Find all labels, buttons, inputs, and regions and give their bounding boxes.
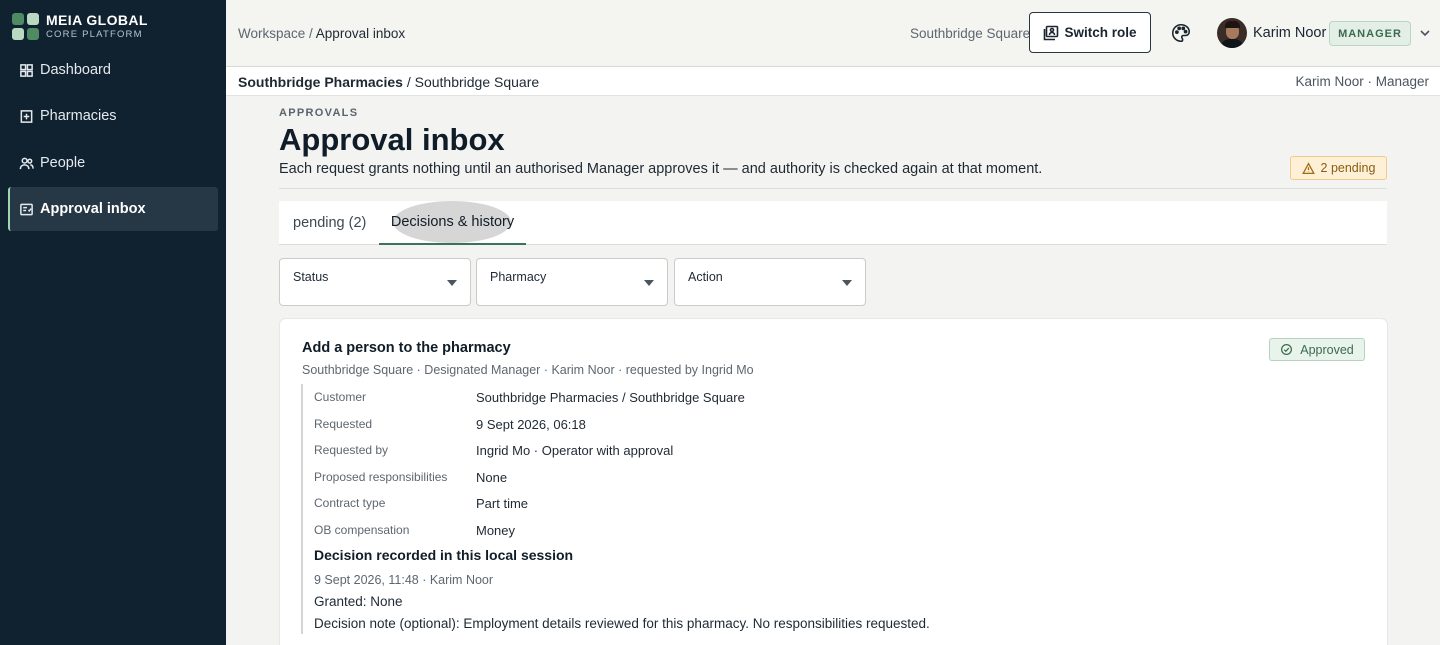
inbox-icon [20,203,33,215]
sidebar-item-label: Pharmacies [40,108,117,124]
sidebar: MEIA GLOBAL CORE PLATFORM Dashboard Phar… [0,0,226,645]
context-breadcrumb: Southbridge Pharmacies / Southbridge Squ… [238,74,539,90]
detail-row: Requested 9 Sept 2026, 06:18 [314,417,586,432]
breadcrumb: Workspace / Approval inbox [238,26,405,41]
filter-label: Pharmacy [490,270,547,284]
breadcrumb-current: Approval inbox [315,26,406,41]
context-customer: Southbridge Pharmacies [238,74,403,90]
building-icon [20,109,33,123]
action-filter-select[interactable]: Action [674,258,866,306]
pending-count-label: 2 pending [1320,161,1376,175]
grid-icon [20,63,33,77]
status-filter-select[interactable]: Status [279,258,471,306]
top-header: Workspace / Approval inbox Southbridge S… [226,0,1440,67]
detail-label: Requested by [314,443,389,457]
detail-label: OB compensation [314,523,410,537]
tab-label: Decisions & history [390,214,515,230]
detail-value: None [476,470,508,485]
request-title: Add a person to the pharmacy [302,340,511,356]
tab-bar: pending (2) Decisions & history [279,201,1387,245]
detail-row: Proposed responsibilities None [314,470,507,485]
context-separator: / [402,74,415,90]
sidebar-item-label: Dashboard [40,62,111,78]
context-site: Southbridge Square [414,74,540,90]
switch-role-label: Switch role [1064,25,1137,40]
chevron-down-icon[interactable] [1419,27,1431,39]
logo-mark-icon [12,12,39,40]
pending-count-badge: 2 pending [1290,156,1387,180]
context-bar: Southbridge Pharmacies / Southbridge Squ… [226,67,1440,96]
request-subtitle: Southbridge Square · Designated Manager … [302,363,754,377]
filter-label: Status [293,270,329,284]
brand-logo[interactable]: MEIA GLOBAL CORE PLATFORM [12,10,148,42]
request-details: Customer Southbridge Pharmacies / Southb… [301,384,1001,634]
sidebar-item-label: Approval inbox [40,201,146,217]
detail-value: Money [476,523,516,538]
decision-meta: 9 Sept 2026, 11:48 · Karim Noor [314,573,494,587]
page-description: Each request grants nothing until an aut… [279,161,1043,177]
user-name[interactable]: Karim Noor [1253,25,1326,41]
sidebar-item-people[interactable]: People [8,141,218,185]
decision-note: Decision note (optional): Employment det… [314,616,930,631]
sidebar-item-label: People [40,155,86,171]
status-label: Approved [1300,342,1354,357]
detail-label: Requested [314,417,373,431]
pharmacy-filter-select[interactable]: Pharmacy [476,258,668,306]
dropdown-arrow-icon [644,280,654,286]
avatar[interactable] [1217,18,1247,48]
divider [279,188,1387,189]
page-title: Approval inbox [279,122,505,157]
tab-pending[interactable]: pending (2) [293,201,366,245]
detail-label: Customer [314,390,367,404]
detail-label: Proposed responsibilities [314,470,448,484]
request-card: Add a person to the pharmacy Southbridge… [280,319,1387,645]
sidebar-item-pharmacies[interactable]: Pharmacies [8,94,218,138]
detail-row: Requested by Ingrid Mo · Operator with a… [314,443,673,458]
check-circle-icon [1281,344,1293,355]
people-icon [19,157,34,169]
detail-value: Ingrid Mo · Operator with approval [476,443,674,458]
detail-value: Part time [476,496,529,511]
switch-role-icon [1044,25,1059,40]
status-badge: Approved [1269,338,1365,361]
dropdown-arrow-icon [842,280,852,286]
sidebar-item-approval-inbox[interactable]: Approval inbox [8,187,218,231]
palette-icon[interactable] [1170,22,1192,44]
detail-value: Southbridge Pharmacies / Southbridge Squ… [476,390,745,405]
detail-value: 9 Sept 2026, 06:18 [476,417,586,432]
page-eyebrow: APPROVALS [279,107,359,119]
decision-granted: Granted: None [314,594,403,609]
sidebar-item-dashboard[interactable]: Dashboard [8,48,218,92]
breadcrumb-root[interactable]: Workspace [238,26,305,41]
current-site-label: Southbridge Square [910,26,1031,41]
warning-icon [1301,161,1315,174]
detail-row: Contract type Part time [314,496,528,511]
brand-title: MEIA GLOBAL [46,11,148,28]
tab-label: pending (2) [293,215,367,231]
brand-subtitle: CORE PLATFORM [46,28,143,40]
switch-role-button[interactable]: Switch role [1029,12,1151,53]
detail-row: Customer Southbridge Pharmacies / Southb… [314,390,745,405]
decision-title: Decision recorded in this local session [314,547,574,563]
detail-label: Contract type [314,496,386,510]
context-user-role: Karim Noor · Manager [1295,74,1429,89]
role-badge: MANAGER [1329,21,1411,46]
filter-label: Action [688,270,723,284]
tab-decisions-history[interactable]: Decisions & history [379,201,526,245]
breadcrumb-separator: / [305,26,316,41]
detail-row: OB compensation Money [314,523,515,538]
dropdown-arrow-icon [447,280,457,286]
